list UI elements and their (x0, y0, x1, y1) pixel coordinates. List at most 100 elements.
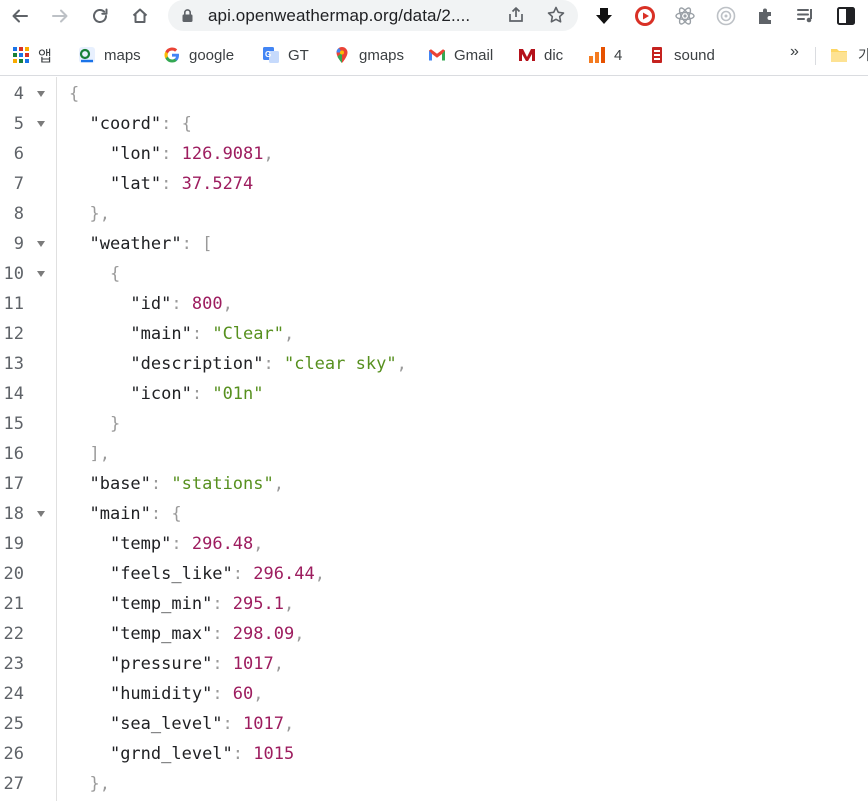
bookmark-star-icon[interactable] (546, 5, 566, 25)
json-punctuation: , (273, 474, 284, 494)
fold-toggle-icon[interactable] (37, 241, 45, 247)
sound-favicon (648, 46, 666, 64)
json-punctuation: { (69, 84, 80, 104)
react-atom-icon (675, 7, 695, 25)
bookmark-gmail[interactable]: Gmail (428, 43, 493, 67)
json-key: "grnd_level" (109, 744, 233, 764)
json-key: "main" (89, 504, 151, 524)
bookmark-4[interactable]: 4 (588, 43, 622, 67)
fold-toggle-icon[interactable] (37, 271, 45, 277)
code-line: 10 { (0, 259, 868, 289)
json-punctuation: : (232, 744, 254, 764)
code-text: "main": { (69, 499, 182, 529)
json-number: 1017 (243, 714, 284, 734)
media-queue-button[interactable] (794, 4, 818, 28)
bookmark-gmaps[interactable]: gmaps (333, 43, 404, 67)
code-text: "lon": 126.9081, (69, 139, 274, 169)
json-punctuation: } (109, 414, 121, 434)
code-text: "temp_max": 298.09, (69, 619, 305, 649)
code-line: 8 }, (0, 199, 868, 229)
code-text: }, (69, 769, 109, 799)
code-text: "pressure": 1017, (69, 649, 284, 679)
address-bar[interactable]: api.openweathermap.org/data/2.... (168, 0, 578, 31)
home-button[interactable] (125, 1, 155, 31)
bookmark-maps[interactable]: maps (78, 43, 141, 67)
json-key: "pressure" (109, 654, 213, 674)
line-number: 4 (13, 84, 24, 104)
lock-icon[interactable] (180, 8, 195, 23)
json-key: "id" (130, 294, 172, 314)
json-punctuation: , (283, 324, 295, 344)
json-string: "clear sky" (283, 354, 397, 374)
json-punctuation: : (232, 564, 254, 584)
url-text[interactable]: api.openweathermap.org/data/2.... (208, 6, 470, 26)
reload-button[interactable] (85, 1, 115, 31)
json-number: 296.44 (253, 564, 315, 584)
json-key: "sea_level" (109, 714, 223, 734)
fold-toggle-icon[interactable] (37, 91, 45, 97)
line-number: 25 (3, 714, 24, 734)
extension-target[interactable] (714, 4, 738, 28)
fold-toggle-icon[interactable] (37, 121, 45, 127)
bookmarks-overflow-button[interactable]: » (790, 43, 799, 61)
line-number: 20 (3, 564, 24, 584)
json-key: "base" (89, 474, 151, 494)
forward-button[interactable] (45, 1, 75, 31)
json-key: "icon" (130, 384, 192, 404)
json-key: "temp" (109, 534, 172, 554)
bookmark-dic[interactable]: dic (518, 43, 563, 67)
code-line: 4{ (0, 79, 868, 109)
share-icon[interactable] (506, 5, 526, 25)
json-punctuation: : (171, 294, 192, 314)
json-punctuation: , (273, 654, 284, 674)
json-number: 126.9081 (181, 144, 264, 164)
line-number: 5 (13, 114, 24, 134)
bookmarks-bar: 앱 maps google G GT gmaps Gmail dic 4 sou… (0, 34, 868, 76)
json-punctuation: ], (89, 444, 110, 464)
extension-play[interactable] (633, 4, 657, 28)
code-line: 23 "pressure": 1017, (0, 649, 868, 679)
code-line: 5 "coord": { (0, 109, 868, 139)
code-text: "base": "stations", (69, 469, 284, 499)
code-text: "icon": "01n" (69, 379, 263, 409)
extension-download[interactable] (592, 4, 616, 28)
json-punctuation: : (263, 354, 284, 374)
line-number: 26 (3, 744, 24, 764)
bookmark-sound[interactable]: sound (648, 43, 715, 67)
dictionary-favicon (518, 46, 536, 64)
extension-react[interactable] (673, 4, 697, 28)
line-number: 9 (13, 234, 24, 254)
extensions-button[interactable] (754, 4, 778, 28)
side-panel-button[interactable] (834, 4, 858, 28)
json-number: 60 (232, 684, 254, 704)
code-text: "description": "clear sky", (69, 349, 406, 379)
json-string: "stations" (171, 474, 274, 494)
json-punctuation: : (171, 534, 192, 554)
back-arrow-icon (12, 9, 28, 23)
bookmark-folder-label[interactable]: 가 (858, 45, 868, 65)
bookmark-google[interactable]: google (163, 43, 234, 67)
back-button[interactable] (5, 1, 35, 31)
line-number: 27 (3, 774, 24, 794)
json-punctuation: , (283, 714, 295, 734)
line-number: 12 (3, 324, 24, 344)
bookmark-apps[interactable]: 앱 (12, 43, 52, 67)
code-line: 6 "lon": 126.9081, (0, 139, 868, 169)
fold-toggle-icon[interactable] (37, 511, 45, 517)
json-punctuation: : { (150, 504, 182, 524)
code-text: } (69, 409, 120, 439)
bookmark-gt[interactable]: G GT (262, 43, 309, 67)
bookmark-label: gmaps (359, 46, 405, 64)
folder-icon[interactable] (830, 46, 848, 64)
line-number: 14 (3, 384, 24, 404)
